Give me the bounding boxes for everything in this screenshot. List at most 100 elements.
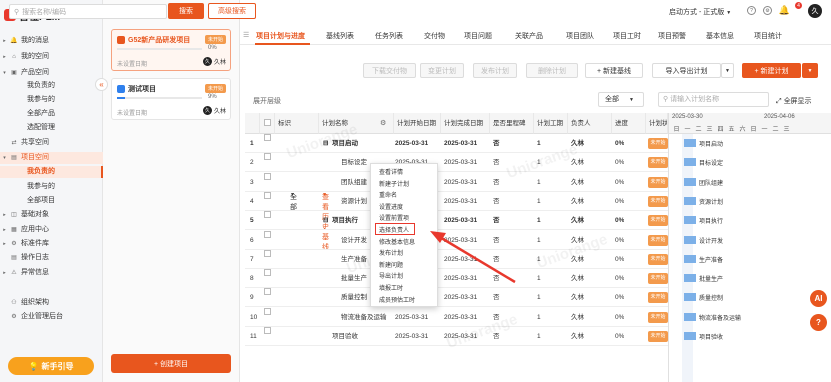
- nav-item[interactable]: ▸ ⚙ 标准件库: [0, 238, 103, 250]
- table-row[interactable]: 2目标设定2025-03-312025-03-31否1久林0%未开始: [245, 153, 668, 173]
- context-menu-item[interactable]: 新建问题: [379, 260, 403, 269]
- row-checkbox[interactable]: [264, 191, 271, 199]
- tab[interactable]: 关联产品: [515, 31, 543, 41]
- delete-plan-button[interactable]: 删除计划: [526, 63, 578, 78]
- start-mode-select[interactable]: 启动方式 - 正式版 ▼: [669, 7, 731, 17]
- nav-item[interactable]: ⇄ 共享空间: [0, 137, 103, 149]
- context-menu-item[interactable]: 发布计划: [379, 248, 403, 257]
- project-card[interactable]: G52新产品研发项目 未开始 0% 未设置日期 久久林: [111, 29, 231, 71]
- row-checkbox[interactable]: [264, 230, 271, 238]
- table-row[interactable]: 4资源计划2025-03-312025-03-31否1久林0%未开始: [245, 191, 668, 211]
- fullscreen-button[interactable]: ⤢ 全屏显示: [776, 96, 812, 106]
- table-row[interactable]: 7生产准备2025-03-312025-03-31否1久林0%未开始: [245, 249, 668, 269]
- gantt-bar[interactable]: [684, 293, 696, 302]
- row-checkbox[interactable]: [264, 211, 271, 219]
- search-input[interactable]: ⚲ 搜索名称/编码: [9, 4, 167, 19]
- column-settings-icon[interactable]: ⚙: [380, 119, 386, 127]
- new-baseline-button[interactable]: + 新建基线: [585, 63, 643, 78]
- nav-item[interactable]: ▸ ▦ 应用中心: [0, 224, 103, 236]
- column-header[interactable]: 是否里程碑: [490, 113, 534, 134]
- nav-item[interactable]: ▤ 操作日志: [0, 252, 103, 264]
- tab[interactable]: 项目工时: [613, 31, 641, 41]
- gantt-bar[interactable]: [684, 254, 696, 263]
- row-checkbox[interactable]: [264, 249, 271, 257]
- gantt-bar[interactable]: [684, 139, 696, 147]
- row-checkbox[interactable]: [264, 288, 271, 296]
- row-checkbox[interactable]: [264, 307, 271, 315]
- nav-item[interactable]: 我负责的: [0, 166, 103, 178]
- tab[interactable]: 项目问题: [464, 31, 492, 41]
- column-header[interactable]: [260, 113, 275, 134]
- column-header[interactable]: 计划完成日期: [441, 113, 490, 134]
- nav-item[interactable]: ▸ ⚠ 异常信息: [0, 267, 103, 279]
- collapse-toggle-icon[interactable]: ⊟: [323, 211, 328, 230]
- gantt-bar[interactable]: [684, 235, 696, 244]
- context-menu-item[interactable]: 查看详情: [379, 167, 403, 176]
- nav-item[interactable]: ▸ ◫ 基础对象: [0, 209, 103, 221]
- column-header[interactable]: 计划状: [646, 113, 668, 134]
- column-header[interactable]: 负责人: [568, 113, 612, 134]
- context-menu-item[interactable]: 设置前置项: [379, 213, 409, 222]
- row-checkbox[interactable]: [264, 269, 271, 277]
- tab[interactable]: 项目计划与进度: [256, 31, 305, 41]
- tab[interactable]: 项目统计: [754, 31, 782, 41]
- column-header[interactable]: 计划开始日期: [394, 113, 441, 134]
- new-plan-dropdown[interactable]: ▼: [802, 63, 818, 78]
- nav-item[interactable]: ▸ 🔔 我的消息: [0, 35, 103, 47]
- bell-icon[interactable]: 🔔: [779, 5, 790, 15]
- context-menu-item[interactable]: 修改基本信息: [379, 237, 415, 246]
- project-card[interactable]: 测试项目 未开始 9% 未设置日期 久久林: [111, 78, 231, 120]
- create-project-button[interactable]: + 创建项目: [111, 354, 231, 373]
- help-icon[interactable]: ?: [747, 6, 756, 15]
- change-plan-button[interactable]: 变更计划: [420, 63, 464, 78]
- column-header[interactable]: 标识: [275, 113, 319, 134]
- gantt-bar[interactable]: [684, 196, 696, 205]
- context-menu-item[interactable]: 填报工时: [379, 283, 403, 292]
- select-all-checkbox[interactable]: [264, 119, 271, 126]
- help-button[interactable]: ?: [810, 314, 827, 331]
- user-avatar[interactable]: 久: [808, 4, 822, 18]
- table-row[interactable]: 10 物流准备及运输 2025-03-31 2025-03-31 否 1 久林 0% 未开始: [245, 307, 668, 327]
- table-row[interactable]: 8批量生产2025-03-312025-03-31否1久林0%未开始: [245, 269, 668, 289]
- nav-item[interactable]: ▾ ▤ 项目空间: [0, 152, 103, 164]
- nav-item[interactable]: 我参与的: [0, 94, 103, 106]
- collapse-sidebar-icon[interactable]: «: [95, 78, 108, 91]
- settings-icon[interactable]: ⚙: [763, 6, 772, 15]
- context-menu-item[interactable]: 成员预估工时: [379, 295, 415, 304]
- import-export-dropdown[interactable]: ▼: [721, 63, 734, 78]
- nav-item[interactable]: ⚇ 组织架构: [0, 297, 103, 309]
- download-deliverables-button[interactable]: 下载交付物: [363, 63, 416, 78]
- import-export-button[interactable]: 导入导出计划: [652, 63, 721, 78]
- row-checkbox[interactable]: [264, 172, 271, 180]
- row-checkbox[interactable]: [264, 153, 271, 161]
- gantt-bar[interactable]: [684, 274, 696, 283]
- context-menu-item[interactable]: 导出计划: [379, 271, 403, 280]
- table-row[interactable]: 9质量控制2025-03-312025-03-31否1久林0%未开始: [245, 288, 668, 308]
- gantt-bar[interactable]: [684, 216, 696, 225]
- tab[interactable]: 基线列表: [326, 31, 354, 41]
- column-header[interactable]: 计划工期: [534, 113, 568, 134]
- table-row[interactable]: 3团队组建2025-03-312025-03-31否1久林0%未开始: [245, 172, 668, 192]
- row-checkbox[interactable]: [264, 134, 271, 141]
- context-menu-item[interactable]: 重命名: [379, 190, 397, 199]
- nav-item[interactable]: 我负责的: [0, 80, 103, 92]
- column-header[interactable]: 进度: [612, 113, 646, 134]
- publish-plan-button[interactable]: 发布计划: [473, 63, 517, 78]
- ai-assistant-button[interactable]: AI: [810, 290, 827, 307]
- tab[interactable]: 基本信息: [706, 31, 734, 41]
- gantt-bar[interactable]: [684, 312, 696, 321]
- search-button[interactable]: 搜索: [168, 3, 204, 19]
- nav-item[interactable]: 我参与的: [0, 181, 103, 193]
- nav-item[interactable]: 全部产品: [0, 108, 103, 120]
- advanced-search-button[interactable]: 高级搜索: [208, 3, 256, 19]
- gantt-bar[interactable]: [684, 158, 696, 167]
- nav-item[interactable]: ▸ ⌂ 我的空间: [0, 51, 103, 63]
- context-menu-item[interactable]: 设置进度: [379, 202, 403, 211]
- tab[interactable]: 任务列表: [375, 31, 403, 41]
- context-menu-item[interactable]: 新建子计划: [379, 179, 409, 188]
- gantt-bar[interactable]: [684, 177, 696, 186]
- row-checkbox[interactable]: [264, 327, 271, 334]
- nav-item[interactable]: 全部项目: [0, 195, 103, 207]
- nav-item[interactable]: ▾ ▣ 产品空间: [0, 67, 103, 79]
- new-plan-button[interactable]: + 新建计划: [742, 63, 801, 78]
